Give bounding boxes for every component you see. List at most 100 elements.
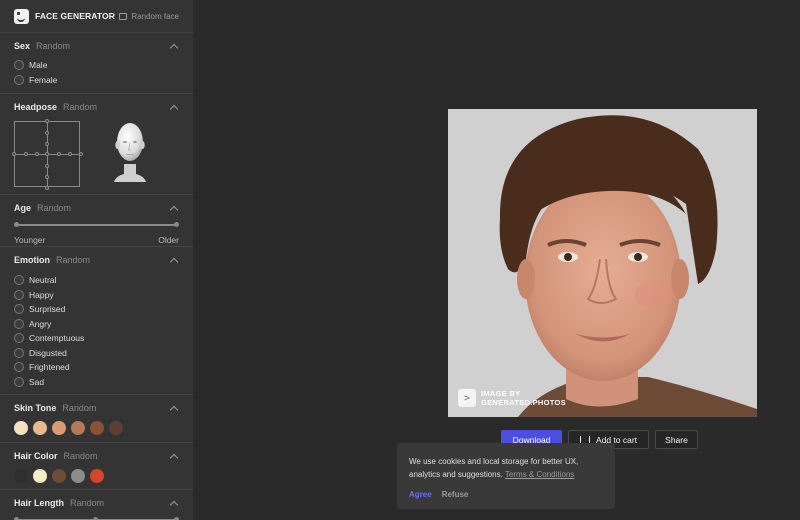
headpose-tick[interactable] — [45, 152, 49, 156]
radio-button[interactable] — [14, 362, 24, 373]
emotion-option-surprised[interactable]: Surprised — [14, 302, 179, 317]
skin-tone-swatch-2[interactable] — [33, 421, 47, 435]
hair-length-header[interactable]: Hair Length Random — [14, 493, 179, 513]
radio-button[interactable] — [14, 74, 24, 85]
skin-tone-swatch-4[interactable] — [71, 421, 85, 435]
headpose-tick[interactable] — [12, 152, 16, 156]
random-face-button[interactable]: Random face — [119, 12, 179, 21]
headpose-tick[interactable] — [45, 119, 49, 123]
headpose-tick[interactable] — [24, 152, 28, 156]
option-label: Male — [29, 60, 48, 71]
chevron-up-icon[interactable] — [169, 205, 179, 215]
chevron-up-icon[interactable] — [169, 257, 179, 267]
hair-color-swatch-5[interactable] — [90, 469, 104, 483]
hair-length-title: Hair Length — [14, 498, 65, 508]
hair-color-header[interactable]: Hair Color Random — [14, 446, 179, 466]
sex-option-male[interactable]: Male — [14, 58, 179, 73]
emotion-option-frightened[interactable]: Frightened — [14, 360, 179, 375]
skin-tone-random: Random — [62, 403, 97, 413]
chevron-up-icon[interactable] — [169, 453, 179, 463]
refuse-button[interactable]: Refuse — [442, 490, 469, 499]
headpose-tick[interactable] — [68, 152, 72, 156]
skin-tone-swatch-5[interactable] — [90, 421, 104, 435]
headpose-tick[interactable] — [35, 152, 39, 156]
headpose-pad[interactable] — [12, 119, 83, 190]
hair-color-swatch-1[interactable] — [14, 469, 28, 483]
cookie-message: We use cookies and local storage for bet… — [409, 455, 603, 481]
emotion-random: Random — [56, 255, 91, 265]
hair-color-swatch-2[interactable] — [33, 469, 47, 483]
sex-option-female[interactable]: Female — [14, 73, 179, 88]
sex-section: Sex Random Male Female — [0, 32, 193, 93]
headpose-tick[interactable] — [45, 164, 49, 168]
radio-button[interactable] — [14, 347, 24, 358]
radio-button[interactable] — [14, 333, 24, 344]
emotion-option-angry[interactable]: Angry — [14, 317, 179, 332]
cookie-banner: We use cookies and local storage for bet… — [397, 443, 615, 509]
radio-button[interactable] — [14, 60, 24, 71]
headpose-tick[interactable] — [45, 175, 49, 179]
agree-button[interactable]: Agree — [409, 490, 432, 499]
hair-color-swatch-3[interactable] — [52, 469, 66, 483]
radio-button[interactable] — [14, 289, 24, 300]
option-label: Happy — [29, 289, 54, 300]
headpose-tick[interactable] — [57, 152, 61, 156]
headpose-tick[interactable] — [45, 142, 49, 146]
chevron-up-icon[interactable] — [169, 500, 179, 510]
age-slider[interactable] — [14, 219, 179, 231]
share-button[interactable]: Share — [655, 430, 698, 449]
sex-title: Sex — [14, 41, 31, 51]
age-header[interactable]: Age Random — [14, 198, 179, 218]
emotion-header[interactable]: Emotion Random — [14, 250, 179, 270]
emotion-option-neutral[interactable]: Neutral — [14, 273, 179, 288]
chevron-up-icon[interactable] — [169, 104, 179, 114]
watermark: > IMAGE BY GENERATED.PHOTOS — [458, 389, 566, 407]
emotion-option-happy[interactable]: Happy — [14, 288, 179, 303]
skin-tone-swatches — [14, 421, 179, 435]
slider-handle-min[interactable] — [14, 222, 19, 227]
generated-photos-logo-icon: > — [458, 389, 476, 407]
option-label: Frightened — [29, 362, 70, 373]
skin-tone-header[interactable]: Skin Tone Random — [14, 398, 179, 418]
hair-color-title: Hair Color — [14, 451, 58, 461]
skin-tone-section: Skin Tone Random — [0, 394, 193, 442]
sex-header[interactable]: Sex Random — [14, 36, 179, 56]
skin-tone-swatch-1[interactable] — [14, 421, 28, 435]
slider-track — [16, 224, 177, 226]
chevron-up-icon[interactable] — [169, 43, 179, 53]
age-max-label: Older — [158, 235, 179, 245]
emotion-option-disgusted[interactable]: Disgusted — [14, 346, 179, 361]
skin-tone-swatch-6[interactable] — [109, 421, 123, 435]
age-random: Random — [37, 203, 72, 213]
option-label: Disgusted — [29, 347, 67, 358]
headpose-section: Headpose Random — [0, 93, 193, 194]
hair-color-swatch-4[interactable] — [71, 469, 85, 483]
random-face-label: Random face — [131, 11, 179, 21]
headpose-header[interactable]: Headpose Random — [14, 97, 179, 117]
dice-icon — [119, 12, 128, 20]
hair-length-section: Hair Length Random — [0, 489, 193, 520]
radio-button[interactable] — [14, 275, 24, 286]
headpose-tick[interactable] — [45, 186, 49, 190]
age-slider-labels: Younger Older — [14, 235, 179, 245]
option-label: Female — [29, 74, 58, 85]
headpose-tick[interactable] — [79, 152, 83, 156]
age-min-label: Younger — [14, 235, 46, 245]
emotion-option-contemptuous[interactable]: Contemptuous — [14, 331, 179, 346]
hair-color-random: Random — [63, 451, 98, 461]
app-title: FACE GENERATOR — [35, 11, 115, 21]
emotion-option-sad[interactable]: Sad — [14, 375, 179, 390]
hair-length-slider[interactable] — [14, 514, 179, 520]
chevron-up-icon[interactable] — [169, 405, 179, 415]
hair-length-random: Random — [70, 498, 105, 508]
skin-tone-swatch-3[interactable] — [52, 421, 66, 435]
cookie-actions: Agree Refuse — [409, 490, 603, 499]
slider-handle-max[interactable] — [174, 222, 179, 227]
radio-button[interactable] — [14, 304, 24, 315]
terms-link[interactable]: Terms & Conditions — [505, 470, 574, 479]
headpose-tick[interactable] — [45, 131, 49, 135]
radio-button[interactable] — [14, 376, 24, 387]
radio-button[interactable] — [14, 318, 24, 329]
sidebar-header: FACE GENERATOR Random face — [0, 0, 193, 32]
watermark-line2: GENERATED.PHOTOS — [481, 398, 566, 407]
